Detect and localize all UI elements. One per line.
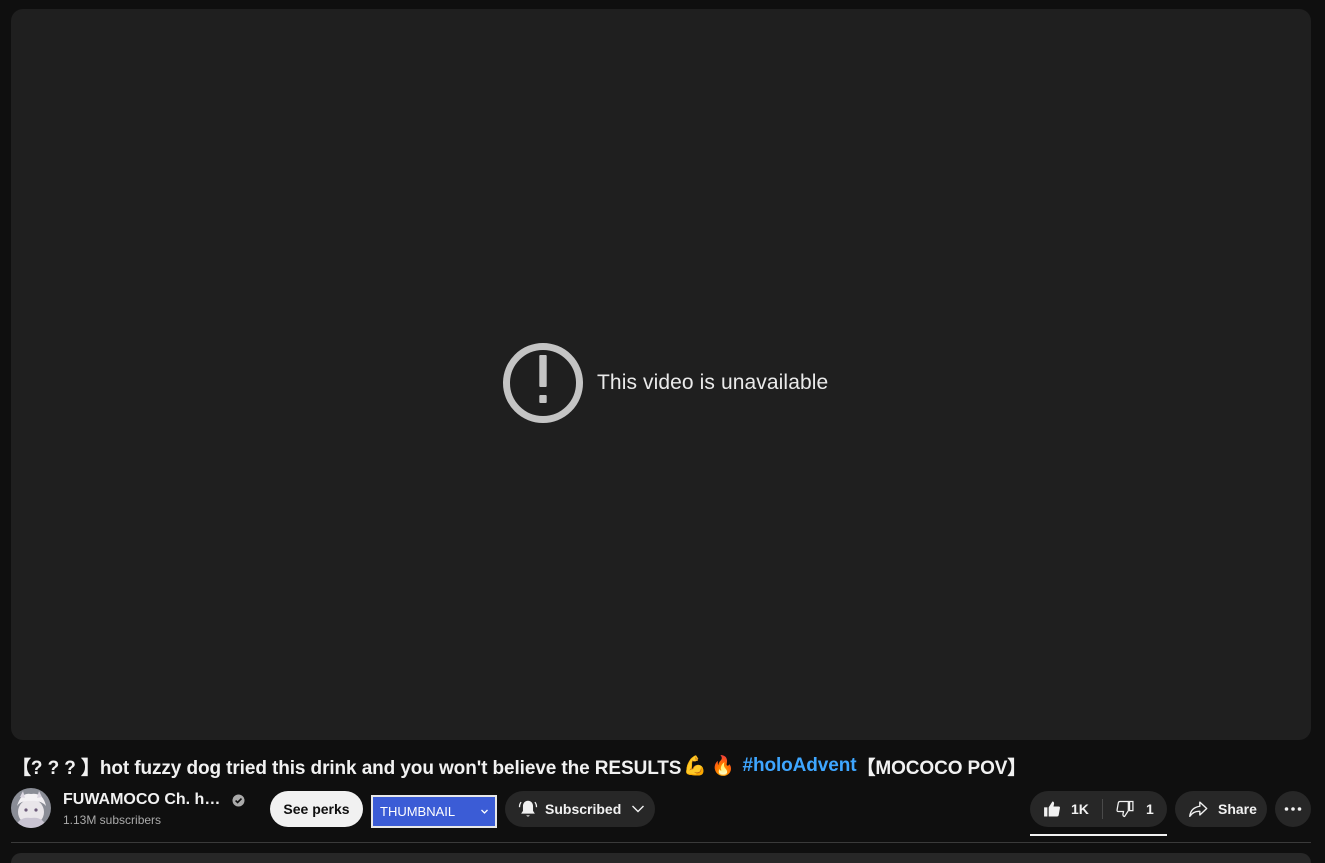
bell-icon	[518, 800, 538, 817]
title-suffix: 【MOCOCO POV】	[856, 757, 1027, 779]
thumbs-up-icon	[1044, 801, 1060, 817]
fire-emoji: 🔥	[710, 756, 735, 777]
title-text: 【? ? ? 】hot fuzzy dog tried this drink a…	[12, 757, 682, 779]
exclamation-circle-icon	[503, 343, 583, 423]
thumbs-down-icon	[1116, 800, 1134, 818]
like-button[interactable]: 1K	[1030, 791, 1102, 827]
video-player[interactable]: This video is unavailable	[11, 9, 1311, 740]
like-active-underline	[1030, 834, 1167, 836]
title-hashtag-link[interactable]: #holoAdvent	[743, 755, 857, 777]
chevron-down-icon	[481, 809, 488, 814]
subscriber-count: 1.13M subscribers	[63, 813, 162, 827]
like-count: 1K	[1071, 801, 1089, 817]
channel-avatar[interactable]	[11, 788, 51, 828]
thumbnail-select[interactable]: THUMBNAIL	[371, 795, 497, 828]
see-perks-button[interactable]: See perks	[270, 791, 363, 827]
more-horizontal-icon	[1284, 807, 1302, 811]
dislike-count: 1	[1146, 801, 1154, 817]
flexed-biceps-emoji: 💪	[683, 756, 707, 777]
share-button[interactable]: Share	[1175, 791, 1267, 827]
like-dislike-group: 1K 1	[1030, 791, 1167, 827]
watch-page: This video is unavailable 【? ? ? 】hot fu…	[0, 0, 1325, 863]
video-title: 【? ? ? 】hot fuzzy dog tried this drink a…	[12, 753, 1026, 779]
share-icon	[1189, 801, 1208, 818]
divider	[11, 842, 1311, 843]
verified-check-icon	[232, 794, 245, 807]
thumbnail-select-value: THUMBNAIL	[380, 804, 456, 819]
description-box[interactable]	[11, 853, 1311, 863]
channel-name-link[interactable]: FUWAMOCO Ch. hololive-EN	[63, 791, 223, 809]
player-error: This video is unavailable	[493, 333, 828, 433]
subscribed-label: Subscribed	[545, 801, 622, 817]
subscribed-button[interactable]: Subscribed	[505, 791, 655, 827]
share-label: Share	[1218, 801, 1257, 817]
dislike-button[interactable]: 1	[1103, 791, 1167, 827]
chevron-down-icon	[632, 805, 645, 813]
error-message: This video is unavailable	[597, 371, 829, 394]
more-actions-button[interactable]	[1275, 791, 1311, 827]
avatar-image	[11, 788, 51, 828]
